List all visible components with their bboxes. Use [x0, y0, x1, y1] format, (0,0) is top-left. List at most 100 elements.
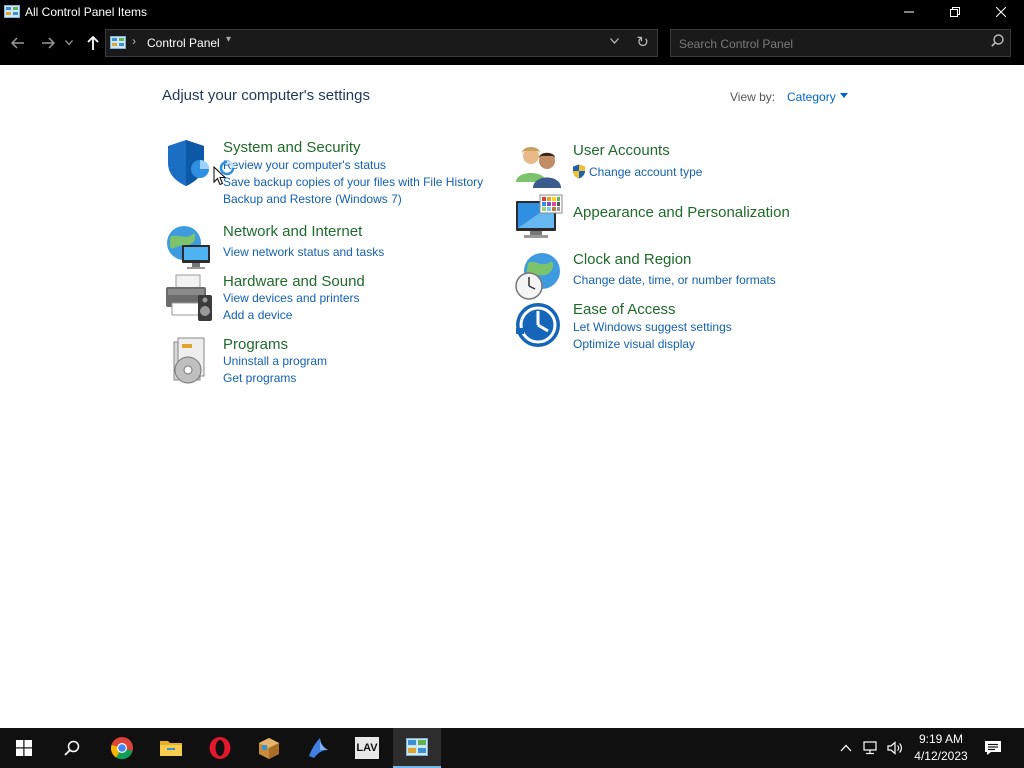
category-title-system-security[interactable]: System and Security [223, 139, 361, 156]
action-center-button[interactable] [980, 728, 1006, 768]
link-date-time-formats[interactable]: Change date, time, or number formats [573, 273, 776, 287]
title-bar: All Control Panel Items [0, 0, 1024, 23]
start-button[interactable] [0, 728, 48, 768]
restore-icon [950, 6, 960, 17]
show-hidden-icons-button[interactable] [836, 728, 856, 768]
link-review-computer-status[interactable]: Review your computer's status [223, 158, 386, 172]
view-by-caret-icon[interactable] [840, 93, 848, 98]
link-network-status[interactable]: View network status and tasks [223, 245, 384, 259]
category-hardware-sound: Hardware and Sound View devices and prin… [164, 273, 494, 325]
category-clock-region: Clock and Region Change date, time, or n… [514, 251, 834, 300]
opera-icon [209, 737, 231, 759]
search-icon [64, 740, 80, 756]
network-tray-button[interactable] [860, 728, 882, 768]
forward-button[interactable] [38, 33, 58, 53]
forward-arrow-icon [42, 37, 55, 49]
back-arrow-icon [11, 37, 24, 49]
network-icon [863, 741, 877, 755]
category-programs: Programs Uninstall a program Get program… [164, 336, 494, 388]
link-devices-printers[interactable]: View devices and printers [223, 291, 360, 305]
network-globe-icon[interactable] [164, 223, 214, 273]
breadcrumb-control-panel[interactable]: Control Panel [147, 36, 220, 50]
programs-disc-icon[interactable] [164, 336, 214, 386]
taskbar-lav-app[interactable]: LAV [343, 728, 391, 768]
page-title: Adjust your computer's settings [162, 87, 370, 104]
lav-app-icon: LAV [355, 737, 379, 759]
control-panel-icon [4, 5, 20, 18]
chevron-up-icon [840, 744, 852, 752]
search-icon[interactable] [991, 34, 1004, 50]
taskbar-control-panel[interactable] [393, 728, 441, 768]
view-by-dropdown[interactable]: Category [787, 90, 836, 104]
users-icon[interactable] [514, 142, 564, 192]
category-title-hardware-sound[interactable]: Hardware and Sound [223, 273, 365, 290]
category-title-programs[interactable]: Programs [223, 336, 288, 353]
ease-of-access-icon[interactable] [514, 301, 564, 351]
category-title-ease-of-access[interactable]: Ease of Access [573, 301, 676, 318]
link-backup-restore[interactable]: Backup and Restore (Windows 7) [223, 192, 402, 206]
taskbar-bird-app[interactable] [294, 728, 342, 768]
close-button[interactable] [978, 0, 1024, 23]
close-icon [996, 6, 1006, 17]
up-button[interactable] [83, 33, 103, 53]
address-dropdown-icon[interactable] [610, 35, 619, 47]
chevron-right-icon: › [132, 34, 136, 48]
busy-spinner-icon [219, 160, 235, 176]
category-ease-of-access: Ease of Access Let Windows suggest setti… [514, 301, 834, 353]
control-panel-icon [406, 738, 428, 756]
back-button[interactable] [8, 33, 28, 53]
category-title-user-accounts[interactable]: User Accounts [573, 142, 670, 159]
search-field[interactable]: Search Control Panel [670, 29, 1011, 57]
restore-button[interactable] [932, 0, 978, 23]
taskbar-opera[interactable] [196, 728, 244, 768]
category-title-network-internet[interactable]: Network and Internet [223, 223, 362, 240]
minimize-button[interactable] [886, 0, 932, 23]
link-add-device[interactable]: Add a device [223, 308, 292, 322]
minimize-icon [904, 11, 914, 12]
file-explorer-icon [160, 741, 182, 756]
search-placeholder: Search Control Panel [679, 37, 794, 51]
taskbar: LAV 9:19 AM 4/12/2023 [0, 728, 1024, 768]
control-panel-icon [110, 36, 126, 49]
package-icon [259, 738, 279, 759]
navigation-bar: › Control Panel ▾ ↻ Search Control Panel [0, 23, 1024, 65]
printer-speaker-icon[interactable] [164, 273, 214, 323]
chrome-icon [110, 737, 133, 760]
category-title-clock-region[interactable]: Clock and Region [573, 251, 691, 268]
lav-app-label: LAV [356, 742, 378, 754]
taskbar-file-explorer[interactable] [147, 728, 195, 768]
uac-shield-icon [573, 164, 585, 179]
clock-globe-icon[interactable] [514, 251, 564, 301]
clock-date: 4/12/2023 [914, 749, 968, 763]
view-by-label: View by: [730, 90, 776, 104]
category-user-accounts: User Accounts Change account type [514, 142, 834, 188]
link-optimize-display[interactable]: Optimize visual display [573, 337, 695, 351]
recent-locations-button[interactable] [62, 33, 76, 53]
taskbar-clock[interactable]: 9:19 AM 4/12/2023 [906, 731, 976, 765]
notifications-icon [985, 741, 1001, 755]
chevron-down-icon [65, 40, 73, 46]
category-appearance-personalization: Appearance and Personalization [514, 193, 834, 243]
start-icon [16, 740, 32, 756]
link-get-programs[interactable]: Get programs [223, 371, 296, 385]
volume-tray-button[interactable] [884, 728, 906, 768]
category-title-appearance-personalization[interactable]: Appearance and Personalization [573, 204, 790, 221]
volume-icon [887, 741, 902, 755]
control-panel-content: Adjust your computer's settings View by:… [0, 65, 1024, 728]
link-file-history[interactable]: Save backup copies of your files with Fi… [223, 175, 483, 189]
taskbar-chrome[interactable] [98, 728, 146, 768]
breadcrumb-dropdown-icon[interactable]: ▾ [226, 34, 231, 45]
taskbar-package-app[interactable] [245, 728, 293, 768]
link-uninstall-program[interactable]: Uninstall a program [223, 354, 327, 368]
category-network-internet: Network and Internet View network status… [164, 223, 494, 269]
bird-app-icon [309, 738, 328, 758]
clock-time: 9:19 AM [918, 732, 964, 746]
link-suggest-settings[interactable]: Let Windows suggest settings [573, 320, 732, 334]
up-arrow-icon [87, 36, 99, 50]
shield-icon[interactable] [164, 139, 214, 189]
monitor-palette-icon[interactable] [514, 193, 564, 243]
refresh-icon[interactable]: ↻ [636, 33, 649, 51]
address-bar[interactable]: › Control Panel ▾ ↻ [105, 29, 658, 57]
taskbar-search-button[interactable] [48, 728, 96, 768]
link-change-account-type[interactable]: Change account type [589, 165, 702, 179]
